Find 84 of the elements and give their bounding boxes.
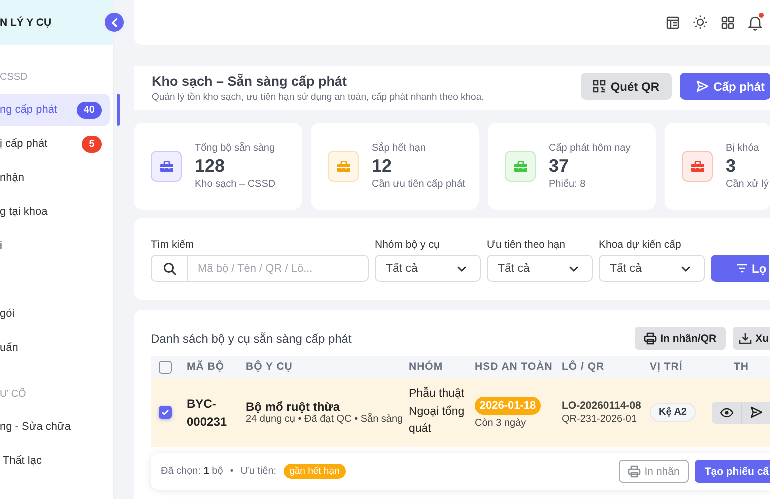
column-header: TH	[734, 361, 749, 373]
stat-value: 3	[726, 156, 738, 177]
table-view-button[interactable]	[666, 16, 680, 30]
stat-value: 37	[549, 156, 570, 177]
send-icon	[750, 406, 762, 419]
kit-details: 24 dụng cụ • Đã đạt QC • Sẵn sàng	[246, 414, 404, 425]
sidebar-item[interactable]: gói	[0, 298, 110, 330]
stat-label: Bị khóa	[726, 143, 760, 154]
column-header: NHÓM	[409, 361, 444, 373]
column-header: VỊ TRÍ	[650, 361, 683, 373]
sidebar-item[interactable]: uẩn	[0, 332, 110, 364]
theme-button[interactable]	[693, 15, 708, 30]
page-title: Kho sạch – Sẵn sàng cấp phát	[152, 74, 348, 88]
column-header: HSD AN TOÀN	[475, 361, 553, 373]
sun-icon	[693, 15, 708, 30]
table-title: Danh sách bộ y cụ sẵn sàng cấp phát	[151, 332, 352, 346]
stat-note: Cần xử lý	[726, 179, 769, 190]
table-row[interactable]: BYC-000231 Bộ mổ ruột thừa 24 dụng cụ • Đã đạt QC • Sẵn sàng Phẫu thuật Ngoại tổng quát 2026-01-18 Còn 3 ngày LO-20260114-08 QR-231-2026-01 Kệ A2	[151, 378, 770, 447]
sidebar-item[interactable]: ng - Sửa chữa	[0, 411, 110, 443]
create-dispense-slip-button[interactable]: Tạo phiếu cấ	[694, 460, 770, 483]
qr-code-text: QR-231-2026-01	[562, 414, 638, 425]
qr-code-icon	[592, 80, 606, 93]
page-subtitle: Quản lý tồn kho sạch, ưu tiên hạn sử dụng an toàn, cấp phát nhanh theo khoa.	[152, 92, 484, 102]
count-badge: 5	[82, 136, 102, 152]
eye-icon	[720, 408, 734, 418]
stat-label: Tổng bộ sẵn sàng	[195, 143, 276, 154]
printer-icon	[644, 332, 657, 345]
priority-label: Ưu tiên:	[240, 466, 277, 477]
stat-note: Kho sạch – CSSD	[195, 179, 276, 190]
field-label: Khoa dự kiến cấp	[599, 239, 682, 251]
lot-number: LO-20260114-08	[562, 400, 642, 412]
apps-button[interactable]	[721, 16, 735, 30]
stat-label: Cấp phát hôm nay	[549, 143, 631, 154]
collapse-button[interactable]	[105, 13, 124, 32]
stat-label: Sắp hết hạn	[372, 143, 427, 154]
dropdown[interactable]: Tất cả	[487, 255, 593, 282]
sidebar-title: N LÝ Y CỤ	[0, 16, 52, 28]
grid-icon	[721, 16, 735, 30]
stat-value: 128	[195, 156, 226, 177]
separator-dot: •	[230, 466, 234, 477]
location-tag: Kệ A2	[650, 403, 696, 422]
selected-count: Đã chọn: 1 bộ	[161, 466, 224, 477]
export-button[interactable]: Xu	[732, 327, 770, 350]
kit-group: Phẫu thuật Ngoại tổng quát	[409, 386, 475, 440]
dropdown[interactable]: Tất cả	[375, 255, 481, 282]
stat-value: 12	[372, 156, 394, 177]
column-header: BỘ Y CỤ	[246, 361, 293, 373]
notification-button[interactable]	[748, 14, 763, 30]
sidebar-item[interactable]: nhận	[0, 162, 110, 194]
sidebar-section-heading: Ư CỐ	[0, 387, 28, 402]
search-field[interactable]: Mã bộ / Tên / QR / Lô...	[151, 255, 369, 282]
kit-name: Bộ mổ ruột thừa	[246, 400, 342, 414]
kit-code: BYC-000231	[187, 396, 228, 430]
field-label: Nhóm bộ y cụ	[375, 239, 441, 251]
stat-note: Cần ưu tiên cấp phát	[372, 179, 466, 190]
filter-button[interactable]: Lọ	[711, 255, 769, 282]
download-icon	[738, 332, 752, 345]
send-icon	[696, 80, 709, 93]
sidebar-item[interactable]: i	[0, 230, 110, 262]
column-header: LÔ / QR	[562, 361, 605, 373]
table-icon	[666, 16, 680, 30]
priority-tag: gần hết hạn	[284, 464, 346, 479]
field-label: Ưu tiên theo hạn	[487, 239, 566, 251]
stat-note: Phiếu: 8	[549, 179, 587, 190]
count-badge: 40	[76, 102, 102, 118]
sidebar-section-heading: CSSD	[0, 70, 29, 84]
sidebar-item[interactable]: Thất lạc	[0, 445, 110, 477]
print-label-button[interactable]: In nhãn/QR	[634, 327, 726, 350]
select-all-checkbox[interactable]	[159, 360, 172, 374]
checkmark-icon	[161, 408, 170, 417]
column-header: MÃ BỘ	[187, 361, 224, 373]
days-remaining: Còn 3 ngày	[475, 418, 528, 428]
printer-icon	[628, 465, 641, 478]
scan-qr-button[interactable]: Quét QR	[580, 73, 672, 100]
sidebar-item[interactable]: g tại khoa	[0, 196, 110, 228]
bell-icon	[748, 14, 763, 30]
dropdown[interactable]: Tất cả	[599, 255, 705, 282]
expiry-date-tag: 2026-01-18	[475, 396, 541, 414]
dispense-button[interactable]: Cấp phát	[680, 73, 770, 100]
field-label: Tìm kiếm	[151, 239, 196, 251]
filter-icon	[737, 264, 748, 273]
sidebar-item[interactable]: ị cấp phát 5	[0, 128, 110, 160]
row-checkbox[interactable]	[159, 406, 172, 419]
active-indicator	[117, 94, 120, 126]
